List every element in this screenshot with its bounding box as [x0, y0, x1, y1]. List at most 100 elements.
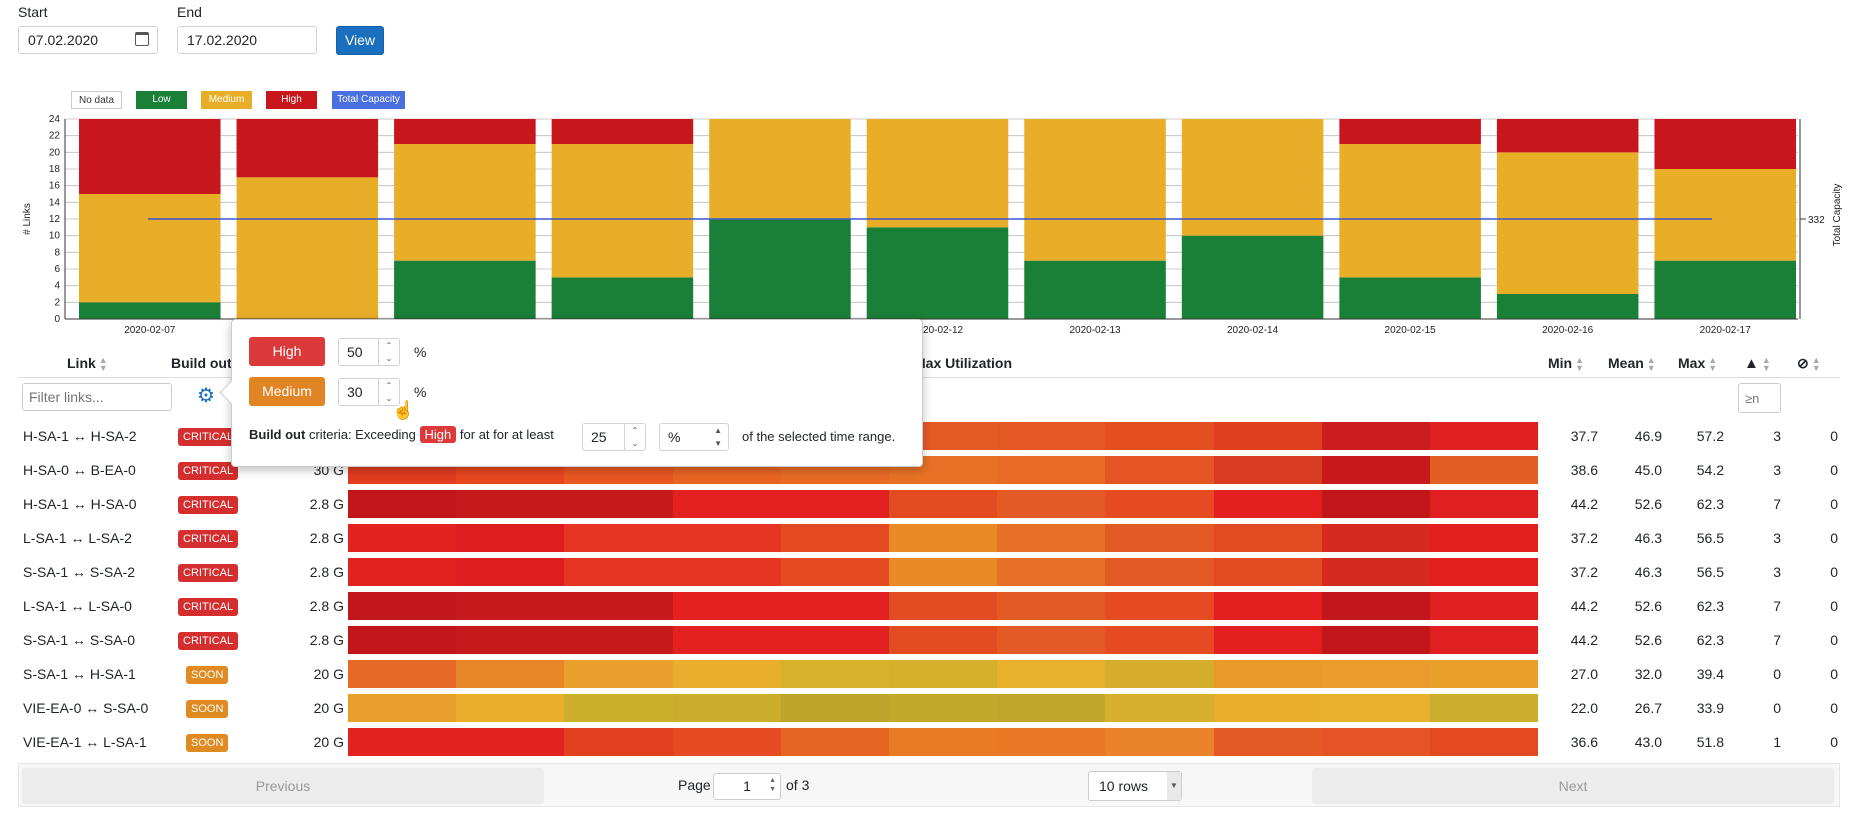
max-value: 56.5	[1696, 530, 1724, 546]
sort-icon[interactable]: ▲ ▼	[1708, 356, 1717, 373]
select-arrow-icon[interactable]: ▲ ▼	[714, 424, 722, 450]
table-row[interactable]: S-SA-1 ↔ S-SA-2 CRITICAL 2.8 G 37.2 46.3 56.5…	[0, 555, 1855, 589]
bar-medium-2020-02-17	[1654, 169, 1796, 261]
col-buildout-header[interactable]: Build out	[171, 355, 232, 371]
start-label: Start	[18, 4, 48, 20]
link-name[interactable]: VIE-EA-0 ↔ S-SA-0	[23, 691, 148, 725]
heatmap-cell	[564, 660, 673, 688]
bar-low-2020-02-09	[394, 260, 536, 319]
min-value: 37.7	[1570, 428, 1598, 444]
end-date-input[interactable]: 17.02.2020	[177, 26, 317, 54]
sort-icon[interactable]: ▲ ▼	[1575, 356, 1584, 373]
sort-icon[interactable]: ▲ ▼	[1762, 356, 1771, 373]
table-row[interactable]: S-SA-1 ↔ S-SA-0 CRITICAL 2.8 G 44.2 52.6 62.3…	[0, 623, 1855, 657]
link-name[interactable]: L-SA-1 ↔ L-SA-2	[23, 521, 132, 555]
warning-count: 0	[1773, 700, 1781, 716]
x-tick-label: 2020-02-16	[1542, 325, 1594, 336]
link-name[interactable]: VIE-EA-1 ↔ L-SA-1	[23, 725, 147, 759]
col-max-header[interactable]: Max ▲ ▼	[1678, 355, 1717, 373]
col-maxutil-header[interactable]: Max Utilization	[914, 355, 1012, 371]
heatmap-cell	[348, 626, 457, 654]
heatmap-cell	[888, 558, 998, 586]
criteria-high-badge: High	[419, 426, 457, 443]
col-link-header[interactable]: Link ▲ ▼	[67, 355, 108, 373]
mean-value: 46.3	[1634, 564, 1662, 580]
criteria-duration-input[interactable]: 25 ⌃ ⌄	[582, 423, 646, 451]
heatmap-cell	[780, 694, 889, 722]
filter-links-input[interactable]	[22, 383, 172, 411]
col-min-header[interactable]: Min ▲ ▼	[1548, 355, 1584, 373]
gear-icon[interactable]: ⚙	[197, 383, 215, 408]
medium-threshold-input[interactable]: 30 ⌃ ⌄	[338, 378, 400, 406]
link-name[interactable]: H-SA-1 ↔ H-SA-2	[23, 419, 137, 453]
hidden-count: 0	[1830, 734, 1838, 750]
y-tick-label: 16	[49, 181, 61, 192]
view-button[interactable]: View	[336, 26, 384, 55]
stepper-icon[interactable]: ⌃ ⌄	[378, 339, 399, 365]
start-date-input[interactable]: 07.02.2020	[18, 26, 158, 54]
max-value: 56.5	[1696, 564, 1724, 580]
table-row[interactable]: S-SA-1 ↔ H-SA-1 SOON 20 G 27.0 32.0 39.4 0 0	[0, 657, 1855, 691]
criteria-unit-select[interactable]: % ▲ ▼	[659, 423, 729, 451]
status-badge: CRITICAL	[178, 530, 239, 548]
table-row[interactable]: L-SA-1 ↔ L-SA-2 CRITICAL 2.8 G 37.2 46.3 56.5…	[0, 521, 1855, 555]
heatmap-cell	[456, 728, 565, 756]
sort-icon[interactable]: ▲ ▼	[1812, 356, 1821, 373]
legend-item-high[interactable]: High	[266, 91, 317, 109]
heatmap-cell	[1429, 626, 1539, 654]
high-percent-label: %	[414, 344, 427, 360]
link-name[interactable]: S-SA-1 ↔ S-SA-2	[23, 555, 135, 589]
page-number-input[interactable]: 1 ▲ ▼	[713, 773, 781, 800]
col-warning-header[interactable]: ▲ ▲ ▼	[1744, 355, 1771, 373]
x-tick-label: 2020-02-14	[1227, 325, 1279, 336]
link-name[interactable]: S-SA-1 ↔ H-SA-1	[23, 657, 136, 691]
table-row[interactable]: H-SA-1 ↔ H-SA-0 CRITICAL 2.8 G 44.2 52.6 62.3…	[0, 487, 1855, 521]
legend-item-no-data[interactable]: No data	[71, 91, 122, 109]
link-name[interactable]: L-SA-1 ↔ L-SA-0	[23, 589, 132, 623]
hidden-count: 0	[1830, 530, 1838, 546]
col-hidden-header[interactable]: ⊘ ▲ ▼	[1797, 355, 1821, 373]
y-tick-label: 24	[49, 114, 61, 125]
legend-item-total-capacity[interactable]: Total Capacity	[332, 91, 405, 109]
x-tick-label: 2020-02-13	[1069, 325, 1121, 336]
high-threshold-input[interactable]: 50 ⌃ ⌄	[338, 338, 400, 366]
bar-low-2020-02-11	[709, 219, 851, 319]
table-row[interactable]: L-SA-1 ↔ L-SA-0 CRITICAL 2.8 G 44.2 52.6 62.3…	[0, 589, 1855, 623]
previous-button[interactable]: Previous	[22, 768, 544, 804]
heatmap-cell	[780, 524, 889, 552]
legend-item-low[interactable]: Low	[136, 91, 187, 109]
hidden-count: 0	[1830, 632, 1838, 648]
n-filter-input[interactable]	[1738, 383, 1781, 413]
heatmap-cell	[1321, 456, 1430, 484]
table-row[interactable]: VIE-EA-1 ↔ L-SA-1 SOON 20 G 36.6 43.0 51.8 1 0	[0, 725, 1855, 759]
link-name[interactable]: H-SA-0 ↔ B-EA-0	[23, 453, 136, 487]
heatmap-cell	[348, 524, 457, 552]
rows-per-page-value: 10 rows	[1099, 778, 1149, 794]
bar-medium-2020-02-12	[866, 119, 1009, 228]
page-spinner-icon[interactable]: ▲ ▼	[769, 776, 776, 794]
calendar-icon[interactable]	[135, 32, 149, 46]
next-button[interactable]: Next	[1312, 768, 1834, 804]
bar-low-2020-02-14	[1181, 235, 1324, 319]
heatmap-cell	[672, 558, 781, 586]
heatmap-cell	[1429, 728, 1539, 756]
link-name[interactable]: S-SA-1 ↔ S-SA-0	[23, 623, 135, 657]
heatmap-cell	[456, 558, 565, 586]
heatmap-cell	[1105, 694, 1214, 722]
sort-icon[interactable]: ▲ ▼	[1647, 356, 1656, 373]
rows-per-page-select[interactable]: 10 rows ▼	[1088, 771, 1182, 801]
chevron-down-icon[interactable]: ▼	[1167, 772, 1181, 800]
warning-count: 3	[1773, 462, 1781, 478]
sort-icon[interactable]: ▲ ▼	[99, 356, 108, 373]
legend-item-medium[interactable]: Medium	[201, 91, 252, 109]
heatmap-cell	[780, 490, 889, 518]
x-tick-label: 2020-02-17	[1700, 325, 1752, 336]
max-value: 62.3	[1696, 632, 1724, 648]
stepper-icon[interactable]: ⌃ ⌄	[624, 424, 645, 450]
max-value: 33.9	[1696, 700, 1724, 716]
link-name[interactable]: H-SA-1 ↔ H-SA-0	[23, 487, 137, 521]
col-mean-header[interactable]: Mean ▲ ▼	[1608, 355, 1656, 373]
table-row[interactable]: VIE-EA-0 ↔ S-SA-0 SOON 20 G 22.0 26.7 33.9 0 0	[0, 691, 1855, 725]
heatmap-cell	[1213, 558, 1322, 586]
max-value: 54.2	[1696, 462, 1724, 478]
